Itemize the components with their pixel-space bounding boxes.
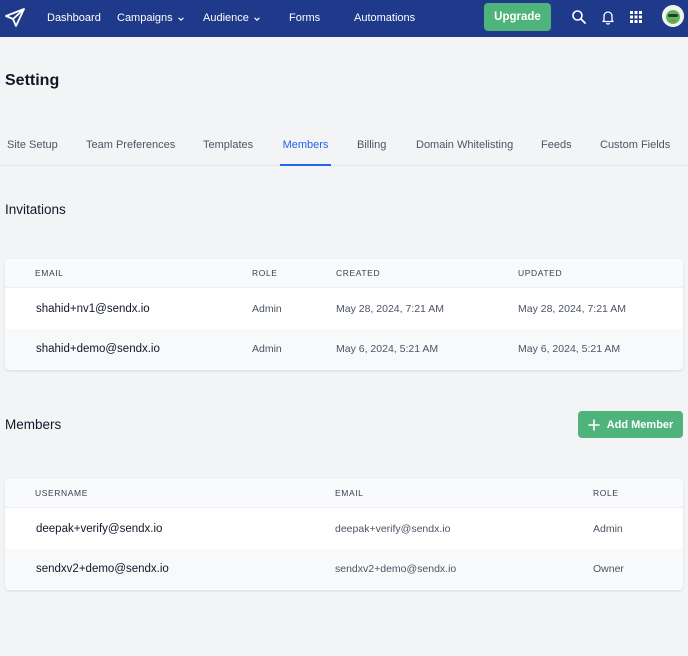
table-row: shahid+demo@sendx.io Admin May 6, 2024, … bbox=[5, 329, 683, 369]
members-title: Members bbox=[5, 417, 62, 432]
bell-icon[interactable] bbox=[600, 9, 616, 25]
chevron-down-icon bbox=[254, 16, 260, 21]
invitation-updated: May 28, 2024, 7:21 AM bbox=[518, 303, 626, 315]
member-username: deepak+verify@sendx.io bbox=[36, 523, 163, 535]
invitation-created: May 6, 2024, 5:21 AM bbox=[336, 343, 439, 355]
nav-audience-label: Audience bbox=[203, 12, 249, 24]
nav-campaigns-label: Campaigns bbox=[117, 12, 173, 24]
column-header-email: EMAIL bbox=[335, 488, 364, 498]
top-nav: Dashboard Campaigns Audience Forms Autom… bbox=[0, 0, 688, 37]
member-email: deepak+verify@sendx.io bbox=[335, 523, 451, 535]
invitations-table: EMAIL ROLE CREATED UPDATED shahid+nv1@se… bbox=[5, 259, 683, 370]
nav-forms-label: Forms bbox=[289, 12, 321, 24]
column-header-email: EMAIL bbox=[35, 268, 64, 278]
chevron-down-icon bbox=[177, 16, 184, 21]
table-row: deepak+verify@sendx.io deepak+verify@sen… bbox=[5, 509, 683, 549]
nav-dashboard[interactable]: Dashboard bbox=[47, 0, 101, 37]
nav-forms[interactable]: Forms bbox=[289, 0, 320, 37]
invitation-created: May 28, 2024, 7:21 AM bbox=[336, 303, 444, 315]
invitation-role: Admin bbox=[252, 303, 282, 315]
avatar[interactable] bbox=[662, 5, 684, 27]
upgrade-button[interactable]: Upgrade bbox=[484, 3, 551, 31]
page-title: Setting bbox=[5, 72, 60, 89]
invitations-title: Invitations bbox=[5, 202, 66, 217]
search-icon[interactable] bbox=[571, 9, 587, 25]
apps-grid-icon[interactable] bbox=[628, 9, 644, 25]
member-role: Owner bbox=[593, 563, 624, 575]
invitation-email: shahid+nv1@sendx.io bbox=[36, 303, 150, 315]
add-member-label: Add Member bbox=[606, 418, 674, 431]
nav-automations-label: Automations bbox=[354, 12, 416, 24]
nav-automations[interactable]: Automations bbox=[354, 0, 415, 37]
tab-custom-fields[interactable]: Custom Fields bbox=[600, 130, 670, 165]
paper-plane-logo-icon[interactable] bbox=[3, 6, 27, 30]
column-header-created: CREATED bbox=[336, 268, 381, 278]
column-header-role: ROLE bbox=[593, 488, 619, 498]
invitation-role: Admin bbox=[252, 343, 282, 355]
tab-billing[interactable]: Billing bbox=[357, 130, 386, 165]
tab-templates[interactable]: Templates bbox=[203, 130, 253, 165]
nav-dashboard-label: Dashboard bbox=[47, 12, 101, 24]
invitation-updated: May 6, 2024, 5:21 AM bbox=[518, 343, 621, 355]
add-member-button[interactable]: Add Member bbox=[578, 411, 683, 438]
member-username: sendxv2+demo@sendx.io bbox=[36, 563, 169, 575]
upgrade-button-label: Upgrade bbox=[494, 11, 541, 23]
table-row: sendxv2+demo@sendx.io sendxv2+demo@sendx… bbox=[5, 549, 683, 589]
member-email: sendxv2+demo@sendx.io bbox=[335, 563, 457, 575]
invitation-email: shahid+demo@sendx.io bbox=[36, 343, 160, 355]
tab-feeds[interactable]: Feeds bbox=[541, 130, 572, 165]
plus-icon bbox=[587, 418, 600, 431]
tab-members[interactable]: Members bbox=[280, 130, 331, 166]
tab-domain-whitelisting[interactable]: Domain Whitelisting bbox=[416, 130, 513, 165]
nav-campaigns[interactable]: Campaigns bbox=[117, 0, 185, 37]
settings-tabs: Site Setup Team Preferences Templates Me… bbox=[0, 130, 688, 166]
tab-team-preferences[interactable]: Team Preferences bbox=[86, 130, 175, 165]
tab-site-setup[interactable]: Site Setup bbox=[7, 130, 58, 165]
member-role: Admin bbox=[593, 523, 623, 535]
members-table: USERNAME EMAIL ROLE deepak+verify@sendx.… bbox=[5, 479, 683, 590]
nav-audience[interactable]: Audience bbox=[203, 0, 261, 37]
column-header-username: USERNAME bbox=[35, 488, 88, 498]
table-header: USERNAME EMAIL ROLE bbox=[5, 479, 683, 508]
column-header-updated: UPDATED bbox=[518, 268, 563, 278]
table-row: shahid+nv1@sendx.io Admin May 28, 2024, … bbox=[5, 289, 683, 329]
column-header-role: ROLE bbox=[252, 268, 278, 278]
table-header: EMAIL ROLE CREATED UPDATED bbox=[5, 259, 683, 288]
